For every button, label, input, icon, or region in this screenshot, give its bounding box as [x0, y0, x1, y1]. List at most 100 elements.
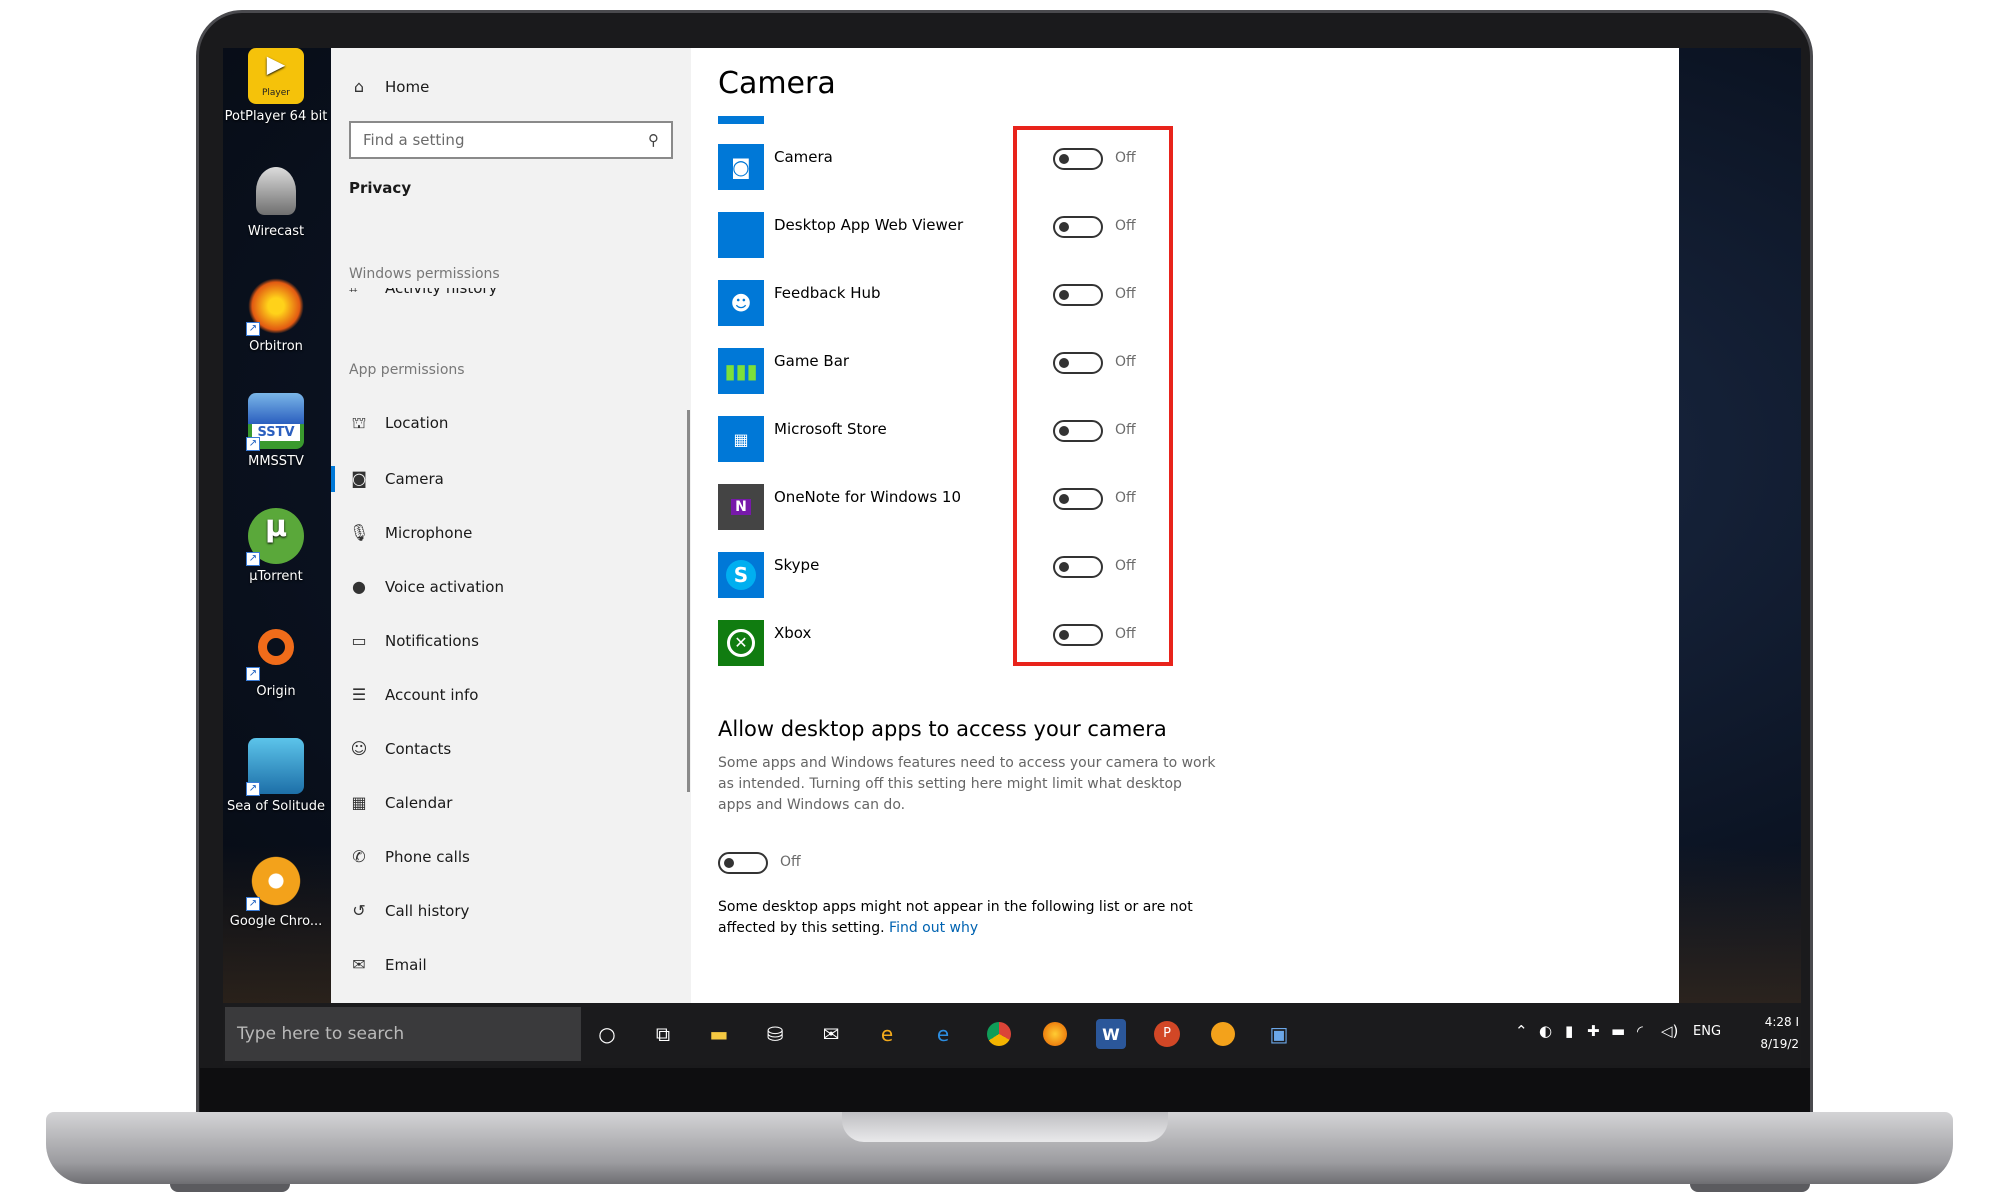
settings-window: ⌂ Home Find a setting ⚲ Privacy Windows … [331, 48, 1679, 1003]
desktop-icon-label: MMSSTV [248, 454, 304, 469]
tray-microphone-icon[interactable]: ▮ [1565, 1022, 1573, 1040]
desktop-icon-label: Google Chro... [229, 914, 323, 929]
tray-shield-icon[interactable]: ✚ [1587, 1022, 1600, 1040]
home-icon: ⌂ [353, 77, 365, 96]
phone-calls-icon: ✆ [352, 847, 366, 866]
origin-icon: ↗ [246, 623, 304, 681]
nav-phone-calls-label: Phone calls [385, 848, 470, 866]
skype-icon: S [718, 552, 764, 598]
clock-time: 4:28 I [1764, 1015, 1799, 1029]
desktop-icon-origin[interactable]: ↗ Origin [223, 623, 329, 700]
nav-phone-calls[interactable]: ✆ Phone calls [349, 842, 470, 872]
find-out-why-link[interactable]: Find out why [889, 920, 978, 936]
nav-home-label: Home [385, 78, 430, 96]
desktop-icon-label: Orbitron [249, 339, 303, 354]
nav-voice-activation[interactable]: ● Voice activation [349, 572, 504, 602]
calendar-icon: ▦ [351, 793, 367, 812]
screen: ▶ Player PotPlayer 64 bit Wirecast ↗ Orb… [223, 48, 1801, 1065]
contacts-icon: ☺ [350, 739, 368, 758]
location-icon: ⛫ [351, 413, 367, 432]
call-history-icon: ↺ [352, 901, 366, 920]
internet-explorer-icon[interactable]: e [872, 1019, 902, 1049]
xbox-icon: ✕ [718, 620, 764, 666]
file-explorer-icon[interactable]: ▬ [704, 1019, 734, 1049]
game-bar-icon: ▮▮▮ [718, 348, 764, 394]
chrome-icon: ↗ [246, 853, 304, 911]
task-view-icon[interactable]: ⧉ [648, 1019, 678, 1049]
laptop-notch [842, 1112, 1168, 1142]
firefox-icon[interactable] [1040, 1019, 1070, 1049]
nav-voice-activation-label: Voice activation [385, 578, 504, 596]
nav-calendar[interactable]: ▦ Calendar [349, 788, 452, 818]
web-viewer-icon [718, 212, 764, 258]
app-name: Xbox [774, 624, 812, 642]
nav-home[interactable]: ⌂ Home [349, 72, 429, 102]
laptop-bezel [200, 1068, 1810, 1118]
cortana-icon[interactable]: ○ [592, 1019, 622, 1049]
desktop-icon-orbitron[interactable]: ↗ Orbitron [223, 278, 329, 355]
desktop-icon-wirecast[interactable]: Wirecast [223, 163, 329, 240]
desktop-icon-sea-of-solitude[interactable]: ↗ Sea of Solitude [223, 738, 329, 815]
section-app-permissions: App permissions [349, 362, 465, 378]
desktop-icon-utorrent[interactable]: µ ↗ µTorrent [223, 508, 329, 585]
nav-calendar-label: Calendar [385, 794, 453, 812]
desktop-icon-google-chrome[interactable]: ↗ Google Chro... [223, 853, 329, 930]
nav-location[interactable]: ⛫ Location [349, 408, 449, 438]
edge-icon[interactable]: e [928, 1019, 958, 1049]
nav-contacts[interactable]: ☺ Contacts [349, 734, 452, 764]
powerpoint-icon[interactable]: P [1152, 1019, 1182, 1049]
nav-notifications-label: Notifications [385, 632, 479, 650]
settings-sidebar: ⌂ Home Find a setting ⚲ Privacy Windows … [331, 48, 691, 1003]
battery-icon[interactable]: ▬ [1611, 1022, 1625, 1040]
sea-of-solitude-icon: ↗ [246, 738, 304, 796]
nav-notifications[interactable]: ▭ Notifications [349, 626, 479, 656]
nav-activity-history-partial[interactable]: ⌗ Activity history [349, 288, 549, 298]
laptop-foot [170, 1184, 290, 1192]
microphone-icon: 🎙 [349, 523, 370, 542]
clock-date: 8/19/2 [1760, 1037, 1799, 1051]
category-title: Privacy [349, 179, 412, 197]
desktop-icon-label: Origin [256, 684, 296, 699]
onenote-icon: N [718, 484, 764, 530]
voice-activation-icon: ● [352, 577, 366, 596]
tray-app-icon[interactable]: ◐ [1539, 1022, 1552, 1040]
settings-taskbar-icon[interactable]: ▣ [1264, 1019, 1294, 1049]
taskbar-search-box[interactable]: Type here to search [225, 1007, 581, 1061]
mmsstv-icon: SSTV ↗ [246, 393, 304, 451]
desktop-apps-toggle[interactable] [718, 852, 768, 874]
taskbar-clock[interactable]: 4:28 I 8/19/2 [1743, 1011, 1799, 1055]
account-info-icon: ☰ [351, 685, 367, 704]
desktop-icon-label: Wirecast [247, 224, 305, 239]
camera-app-icon: ◙ [718, 144, 764, 190]
wifi-icon[interactable]: ◜ [1637, 1022, 1643, 1040]
notifications-icon: ▭ [351, 631, 367, 650]
nav-microphone[interactable]: 🎙 Microphone [349, 518, 472, 548]
word-icon[interactable]: W [1096, 1019, 1126, 1049]
desktop-icon-mmsstv[interactable]: SSTV ↗ MMSSTV [223, 393, 329, 470]
nav-call-history[interactable]: ↺ Call history [349, 896, 469, 926]
app-tile-partial [718, 116, 764, 124]
nav-account-info[interactable]: ☰ Account info [349, 680, 479, 710]
nav-location-label: Location [385, 414, 449, 432]
desktop-icon-potplayer[interactable]: ▶ Player PotPlayer 64 bit [223, 48, 329, 125]
chrome-taskbar-icon[interactable] [984, 1019, 1014, 1049]
volume-icon[interactable]: ◁) [1661, 1022, 1678, 1040]
mail-icon[interactable]: ✉ [816, 1019, 846, 1049]
chrome-yellow-icon[interactable] [1208, 1019, 1238, 1049]
camera-icon: ◙ [351, 469, 367, 488]
nav-camera-label: Camera [385, 470, 444, 488]
language-indicator[interactable]: ENG [1693, 1024, 1721, 1039]
nav-camera[interactable]: ◙ Camera [349, 464, 444, 494]
store-taskbar-icon[interactable]: ⛁ [760, 1019, 790, 1049]
nav-call-history-label: Call history [385, 902, 470, 920]
tray-chevron-icon[interactable]: ⌃ [1515, 1022, 1528, 1040]
nav-activity-history-label: Activity history [385, 288, 498, 297]
email-icon: ✉ [352, 955, 366, 974]
nav-email[interactable]: ✉ Email [349, 950, 426, 980]
find-setting-input[interactable]: Find a setting ⚲ [349, 121, 673, 159]
sidebar-scrollbar[interactable] [687, 410, 690, 792]
app-name: OneNote for Windows 10 [774, 488, 962, 506]
utorrent-icon: µ ↗ [246, 508, 304, 566]
orbitron-icon: ↗ [246, 278, 304, 336]
app-name: Game Bar [774, 352, 850, 370]
